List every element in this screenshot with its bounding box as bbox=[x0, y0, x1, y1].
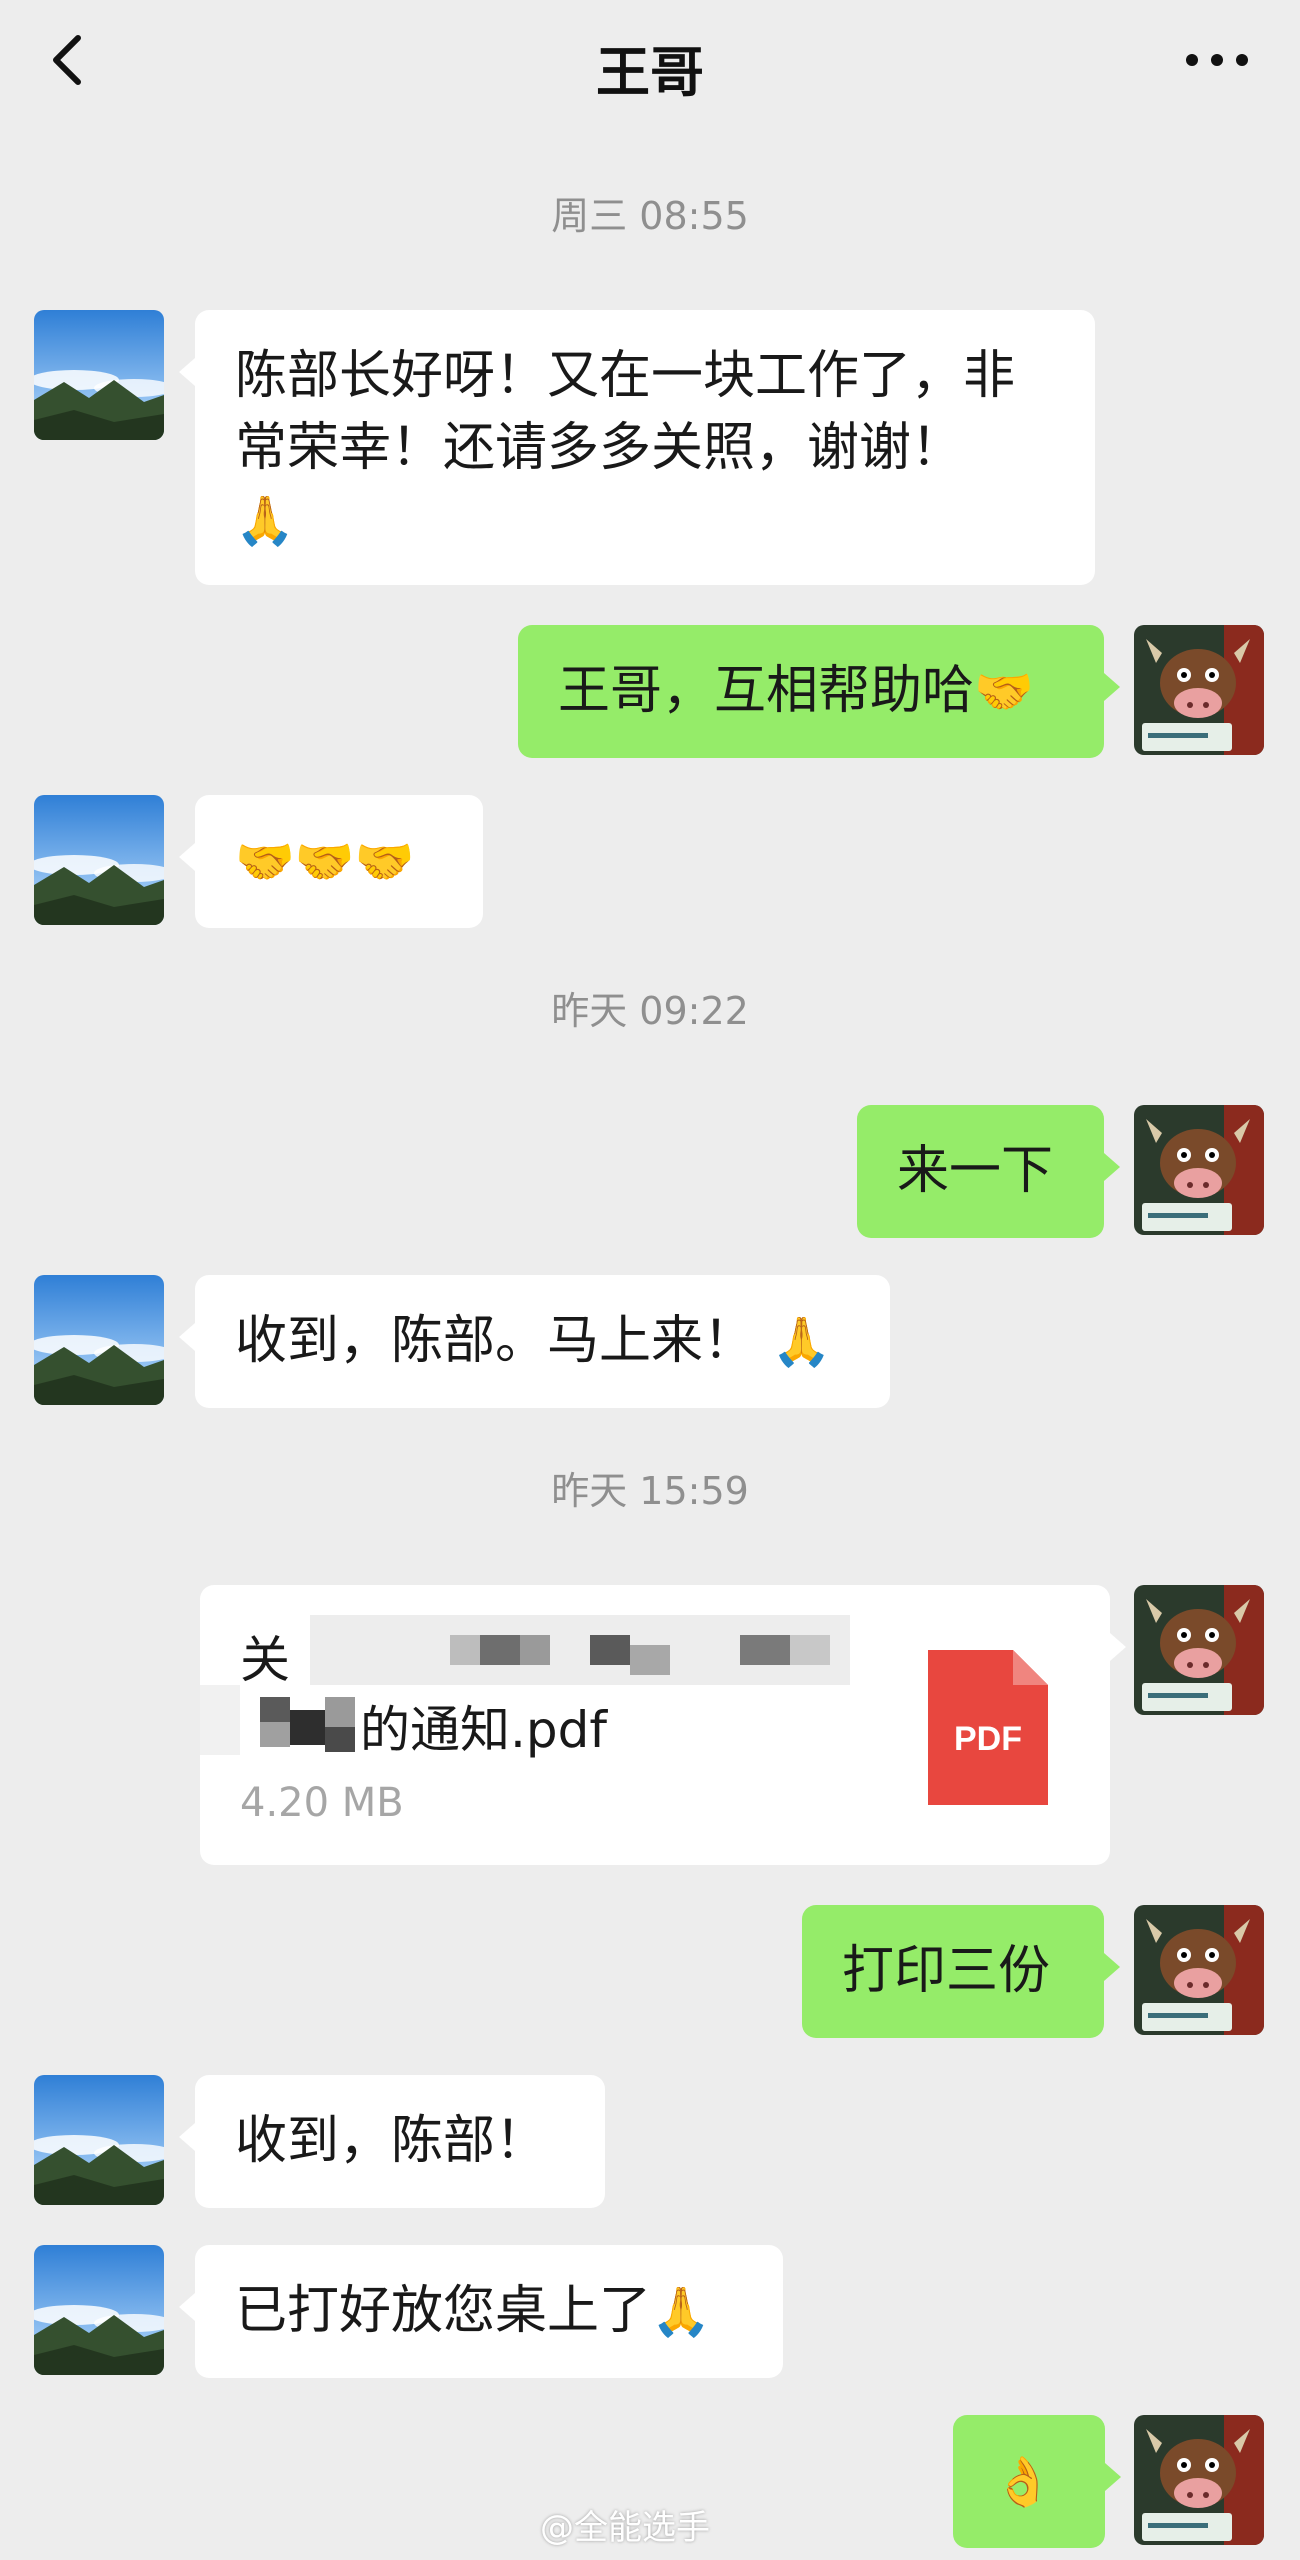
chat-title: 王哥 bbox=[596, 41, 704, 104]
message-bubble-outgoing[interactable]: 打印三份 bbox=[802, 1905, 1120, 2038]
pdf-file-icon: PDF bbox=[928, 1650, 1048, 1805]
mountain-avatar-icon bbox=[34, 1275, 164, 1405]
watermark: @全能选手 bbox=[540, 2508, 710, 2548]
contact-avatar[interactable] bbox=[34, 310, 164, 440]
cow-avatar-icon bbox=[1134, 1585, 1264, 1715]
message-bubble-incoming[interactable]: 已打好放您桌上了🙏 bbox=[179, 2245, 783, 2378]
mountain-avatar-icon bbox=[34, 310, 164, 440]
cow-avatar-icon bbox=[1134, 625, 1264, 755]
message-bubble-outgoing[interactable]: 来一下 bbox=[857, 1105, 1120, 1238]
folded-hands-emoji-icon: 🙏 bbox=[235, 493, 295, 549]
file-size: 4.20 MB bbox=[240, 1780, 404, 1826]
more-dots-icon bbox=[1186, 54, 1248, 66]
message-text: 收到，陈部。马上来！ bbox=[235, 1311, 756, 1371]
message-text: 收到，陈部！ bbox=[235, 2111, 548, 2171]
folded-hands-emoji-icon: 🙏 bbox=[651, 2284, 711, 2340]
contact-avatar[interactable] bbox=[34, 2245, 164, 2375]
message-bubble-outgoing[interactable]: 👌 bbox=[953, 2415, 1121, 2548]
message-text: 已打好放您桌上了 bbox=[235, 2281, 652, 2341]
mountain-avatar-icon bbox=[34, 2245, 164, 2375]
message-bubble-incoming[interactable]: 陈部长好呀！又在一块工作了，非常荣幸！还请多多关照，谢谢！ 🙏 bbox=[179, 310, 1095, 585]
message-text: 打印三份 bbox=[842, 1941, 1051, 2001]
my-avatar[interactable] bbox=[1134, 625, 1264, 755]
my-avatar[interactable] bbox=[1134, 1585, 1264, 1715]
ok-hand-emoji-icon: 👌 bbox=[993, 2454, 1053, 2510]
message-text: 王哥，互相帮助哈 bbox=[558, 661, 975, 721]
my-avatar[interactable] bbox=[1134, 2415, 1264, 2545]
message-bubble-incoming[interactable]: 收到，陈部！ bbox=[179, 2075, 605, 2208]
timestamp: 昨天 09:22 bbox=[551, 989, 749, 1033]
cow-avatar-icon bbox=[1134, 1105, 1264, 1235]
top-bar: 王哥 bbox=[0, 0, 1300, 150]
contact-avatar[interactable] bbox=[34, 1275, 164, 1405]
message-bubble-outgoing[interactable]: 王哥，互相帮助哈🤝 bbox=[518, 625, 1120, 758]
message-text: 来一下 bbox=[897, 1141, 1054, 1201]
my-avatar[interactable] bbox=[1134, 1105, 1264, 1235]
folded-hands-emoji-icon: 🙏 bbox=[771, 1314, 832, 1370]
contact-avatar[interactable] bbox=[34, 795, 164, 925]
pdf-icon-label: PDF bbox=[954, 1720, 1022, 1758]
mountain-avatar-icon bbox=[34, 2075, 164, 2205]
timestamp: 昨天 15:59 bbox=[551, 1469, 749, 1513]
more-button[interactable] bbox=[1182, 40, 1252, 80]
my-avatar[interactable] bbox=[1134, 1905, 1264, 2035]
file-message-card[interactable]: 关 的通知.pdf 4.20 MB PDF bbox=[200, 1585, 1126, 1865]
file-name-suffix: 的通知.pdf bbox=[360, 1701, 607, 1759]
cow-avatar-icon bbox=[1134, 1905, 1264, 2035]
message-text: 陈部长好呀！又在一块工作了，非常荣幸！还请多多关照，谢谢！ bbox=[235, 346, 1016, 478]
mountain-avatar-icon bbox=[34, 795, 164, 925]
timestamp: 周三 08:55 bbox=[551, 194, 749, 238]
handshake-emoji-icon: 🤝🤝🤝 bbox=[235, 834, 415, 890]
file-name-prefix: 关 bbox=[240, 1631, 290, 1689]
handshake-emoji-icon: 🤝 bbox=[974, 664, 1034, 720]
cow-avatar-icon bbox=[1134, 2415, 1264, 2545]
contact-avatar[interactable] bbox=[34, 2075, 164, 2205]
message-bubble-incoming[interactable]: 收到，陈部。马上来！ 🙏 bbox=[179, 1275, 890, 1408]
message-bubble-incoming[interactable]: 🤝🤝🤝 bbox=[179, 795, 483, 928]
